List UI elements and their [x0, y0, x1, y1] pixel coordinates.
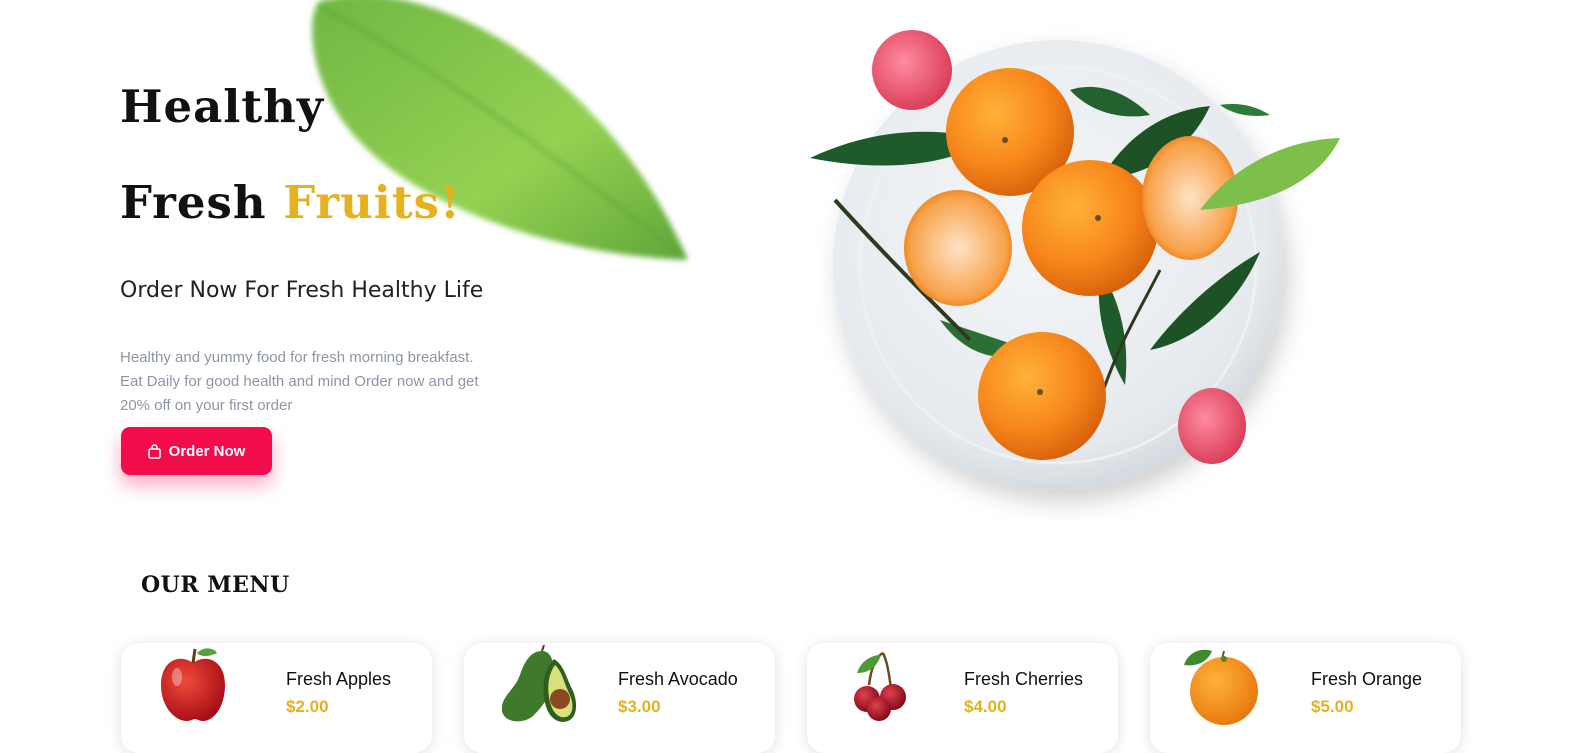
menu-item-name: Fresh Apples	[286, 669, 392, 689]
menu-item-price: $4.00	[964, 697, 1007, 716]
hero-description-line: 20% off on your first order	[120, 397, 293, 414]
menu-item-name: Fresh Orange	[1311, 669, 1423, 689]
menu-item-price: $2.00	[286, 697, 329, 716]
menu-item-name: Fresh Cherries	[964, 669, 1084, 689]
hero-title-accent: Fruits!	[283, 176, 461, 229]
order-now-label: Order Now	[168, 442, 246, 460]
cherries-image	[854, 651, 906, 721]
leaf-image	[312, 0, 688, 260]
fruit-plate-image	[810, 30, 1340, 490]
menu-item-price: $5.00	[1311, 697, 1354, 716]
menu-heading: OUR MENU	[141, 572, 290, 598]
apple-image	[161, 648, 225, 721]
menu-item-name: Fresh Avocado	[618, 669, 738, 689]
hero-subtitle: Order Now For Fresh Healthy Life	[120, 278, 484, 303]
hero-description-line: Healthy and yummy food for fresh morning…	[120, 349, 474, 366]
shopping-bag-icon	[147, 443, 161, 459]
hero-title-prefix: Fresh	[120, 176, 284, 229]
avocado-image	[501, 645, 577, 722]
menu-item-price: $3.00	[618, 697, 661, 716]
hero-description: Healthy and yummy food for fresh morning…	[120, 346, 520, 418]
hero-description-line: Eat Daily for good health and mind Order…	[120, 373, 479, 390]
hero-title-line-1: Healthy	[120, 80, 325, 133]
orange-image	[1184, 649, 1258, 725]
order-now-button[interactable]: Order Now	[121, 427, 272, 475]
hero-title-line-2: Fresh Fruits!	[120, 176, 461, 229]
